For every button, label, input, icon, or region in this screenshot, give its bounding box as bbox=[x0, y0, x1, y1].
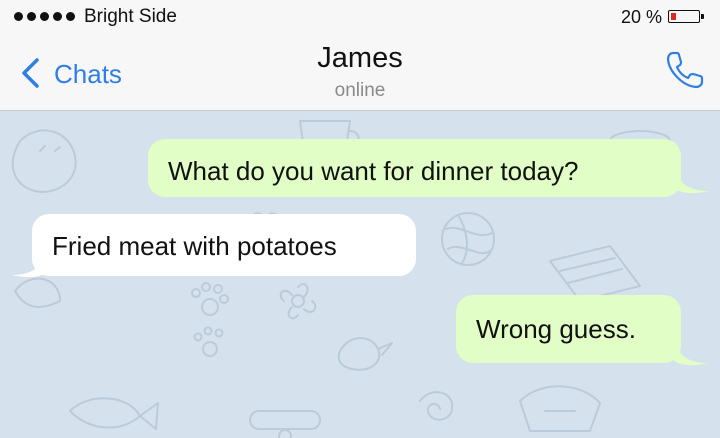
contact-name[interactable]: James bbox=[0, 42, 720, 75]
status-bar: Bright Side 20 % bbox=[0, 0, 720, 34]
outgoing-message-bubble[interactable]: Wrong guess. bbox=[456, 295, 681, 363]
message-text: What do you want for dinner today? bbox=[168, 156, 579, 186]
outgoing-message-bubble[interactable]: What do you want for dinner today? bbox=[148, 139, 681, 197]
carrier-name: Bright Side bbox=[84, 6, 177, 27]
chat-area[interactable]: What do you want for dinner today? Fried… bbox=[0, 111, 720, 438]
phone-icon bbox=[666, 51, 704, 89]
incoming-message-bubble[interactable]: Fried meat with potatoes bbox=[32, 214, 416, 276]
chat-header: Chats James online bbox=[0, 34, 720, 111]
message-text: Wrong guess. bbox=[476, 314, 636, 344]
signal-strength-icon bbox=[14, 12, 75, 21]
battery-icon bbox=[668, 10, 704, 23]
call-button[interactable] bbox=[664, 49, 706, 91]
battery-percentage: 20 % bbox=[621, 7, 663, 27]
contact-status: online bbox=[334, 80, 386, 101]
message-text: Fried meat with potatoes bbox=[52, 231, 337, 261]
